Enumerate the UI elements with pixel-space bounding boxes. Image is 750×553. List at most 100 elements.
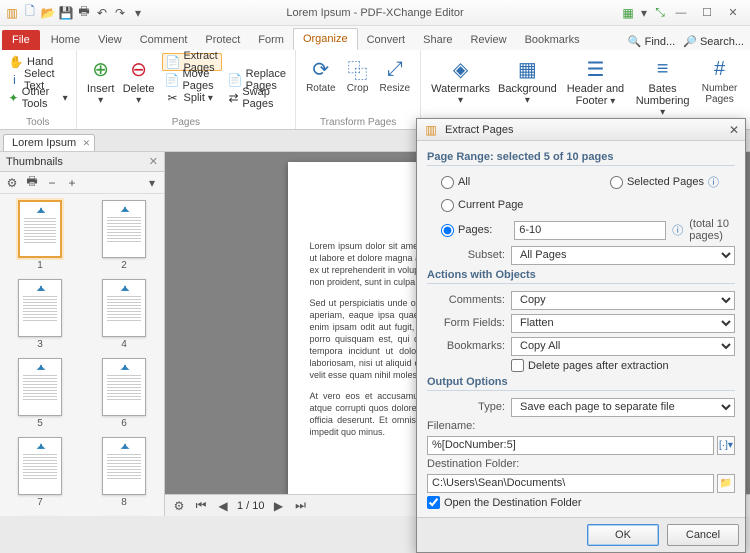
info-icon[interactable]: ⓘ: [708, 174, 719, 190]
tab-bookmarks[interactable]: Bookmarks: [516, 30, 589, 50]
maximize-button[interactable]: ☐: [694, 3, 720, 23]
find-button[interactable]: 🔍 Find...: [628, 35, 675, 48]
insert-pages[interactable]: ⊕Insert▾: [83, 53, 119, 108]
tab-organize[interactable]: Organize: [293, 28, 358, 50]
thumbnail-page-4[interactable]: 4: [90, 279, 158, 350]
nav-last-icon[interactable]: ⏭: [293, 498, 309, 514]
bookmarks-select[interactable]: Copy All: [511, 337, 735, 356]
nav-prev-icon[interactable]: ◀: [215, 498, 231, 514]
qat-dropdown-icon[interactable]: ▾: [130, 5, 146, 21]
radio-pages[interactable]: Pages:: [441, 224, 492, 237]
ribbon-style-icon[interactable]: ▦: [620, 5, 636, 21]
radio-selected[interactable]: Selected Pages ⓘ: [610, 174, 719, 190]
dialog-title: Extract Pages: [445, 124, 513, 136]
header-footer[interactable]: ☰Header and Footer ▾: [561, 53, 630, 120]
window-title: Lorem Ipsum - PDF-XChange Editor: [286, 7, 463, 19]
resize-pages[interactable]: ⤢Resize: [376, 53, 415, 96]
rotate-pages[interactable]: ⟳Rotate: [302, 53, 339, 96]
number-pages[interactable]: #Number Pages: [695, 53, 744, 120]
ribbon-dropdown-icon[interactable]: ▾: [636, 5, 652, 21]
tab-convert[interactable]: Convert: [358, 30, 415, 50]
thumb-options-icon[interactable]: ⚙: [4, 175, 20, 191]
dest-input[interactable]: [427, 474, 714, 493]
thumbnails-list[interactable]: 12345678910: [0, 194, 164, 516]
tools-group-label: Tools: [6, 117, 70, 128]
thumbnail-page-6[interactable]: 6: [90, 358, 158, 429]
thumb-zoomin-icon[interactable]: +: [64, 175, 80, 191]
formfields-label: Form Fields:: [427, 317, 505, 329]
radio-all[interactable]: All: [441, 176, 470, 189]
dest-label: Destination Folder:: [427, 458, 735, 470]
thumbnails-panel: Thumbnails ✕ ⚙ 🖶 − + ▾ 12345678910: [0, 152, 165, 516]
pages-info-icon[interactable]: ⓘ: [672, 222, 683, 238]
close-tab-icon[interactable]: ✕: [83, 138, 91, 149]
thumbnails-close-icon[interactable]: ✕: [149, 155, 158, 168]
app-icon: ▥: [4, 5, 20, 21]
background[interactable]: ▦Background ▾: [494, 53, 561, 120]
page-range-header: Page Range: selected 5 of 10 pages: [427, 151, 735, 166]
split-pages[interactable]: ✂Split ▾: [162, 89, 221, 107]
tab-protect[interactable]: Protect: [196, 30, 249, 50]
move-pages[interactable]: 📄Move Pages: [162, 71, 221, 89]
open-dest-checkbox[interactable]: Open the Destination Folder: [427, 496, 735, 509]
qat-undo-icon[interactable]: ↶: [94, 5, 110, 21]
filename-input[interactable]: [427, 436, 714, 455]
nav-options-icon[interactable]: ⚙: [171, 498, 187, 514]
radio-current[interactable]: Current Page: [441, 199, 523, 212]
type-label: Type:: [427, 401, 505, 413]
document-tab[interactable]: Lorem Ipsum✕: [3, 134, 95, 151]
nav-first-icon[interactable]: ⏮: [193, 498, 209, 514]
search-button[interactable]: 🔎 Search...: [683, 35, 744, 48]
qat-save-icon[interactable]: 💾: [58, 5, 74, 21]
thumbnail-page-2[interactable]: 2: [90, 200, 158, 271]
close-button[interactable]: ✕: [720, 3, 746, 23]
watermarks[interactable]: ◈Watermarks ▾: [427, 53, 494, 120]
other-tools[interactable]: ✦Other Tools ▾: [6, 89, 70, 107]
total-pages-label: (total 10 pages): [689, 218, 735, 242]
ribbon-tabstrip: File Home View Comment Protect Form Orga…: [0, 26, 750, 50]
cancel-button[interactable]: Cancel: [667, 524, 739, 546]
subset-label: Subset:: [427, 249, 505, 261]
subset-select[interactable]: All Pages: [511, 246, 735, 265]
pages-group-label: Pages: [83, 117, 289, 128]
tab-review[interactable]: Review: [461, 30, 515, 50]
delete-pages[interactable]: ⊖Delete▾: [119, 53, 159, 108]
formfields-select[interactable]: Flatten: [511, 314, 735, 333]
thumbnail-page-3[interactable]: 3: [6, 279, 74, 350]
file-tab[interactable]: File: [2, 30, 40, 50]
thumbnail-page-5[interactable]: 5: [6, 358, 74, 429]
minimize-button[interactable]: —: [668, 3, 694, 23]
thumbnails-title: Thumbnails: [6, 156, 63, 168]
tab-home[interactable]: Home: [42, 30, 89, 50]
actions-header: Actions with Objects: [427, 269, 735, 284]
pages-input[interactable]: [514, 221, 666, 240]
dialog-icon: ▥: [423, 122, 439, 138]
filename-macro-button[interactable]: [·]▾: [717, 436, 735, 455]
ok-button[interactable]: OK: [587, 524, 659, 546]
comments-select[interactable]: Copy: [511, 291, 735, 310]
tab-comment[interactable]: Comment: [131, 30, 197, 50]
tab-view[interactable]: View: [89, 30, 131, 50]
qat-print-icon[interactable]: 🖶: [76, 5, 92, 21]
thumbnail-page-1[interactable]: 1: [6, 200, 74, 271]
bates-numbering[interactable]: ≡Bates Numbering ▾: [630, 53, 695, 120]
dialog-close-icon[interactable]: ✕: [729, 123, 739, 137]
delete-after-checkbox[interactable]: Delete pages after extraction: [511, 359, 735, 372]
qat-open-icon[interactable]: 📂: [40, 5, 56, 21]
qat-new-icon[interactable]: 🗋: [22, 5, 38, 21]
nav-next-icon[interactable]: ▶: [271, 498, 287, 514]
qat-redo-icon[interactable]: ↷: [112, 5, 128, 21]
ribbon-collapse-icon[interactable]: ⤡: [652, 5, 668, 21]
type-select[interactable]: Save each page to separate file: [511, 398, 735, 417]
thumb-print-icon[interactable]: 🖶: [24, 175, 40, 191]
crop-pages[interactable]: ⿻Crop: [340, 53, 376, 96]
thumb-zoomout-icon[interactable]: −: [44, 175, 60, 191]
thumbnail-page-7[interactable]: 7: [6, 437, 74, 508]
swap-pages[interactable]: ⇄Swap Pages: [226, 89, 289, 107]
tab-form[interactable]: Form: [249, 30, 293, 50]
tab-share[interactable]: Share: [414, 30, 461, 50]
thumbnail-page-8[interactable]: 8: [90, 437, 158, 508]
thumb-more-icon[interactable]: ▾: [144, 175, 160, 191]
browse-folder-button[interactable]: 📁: [717, 474, 735, 493]
page-indicator[interactable]: 1 / 10: [237, 500, 265, 512]
